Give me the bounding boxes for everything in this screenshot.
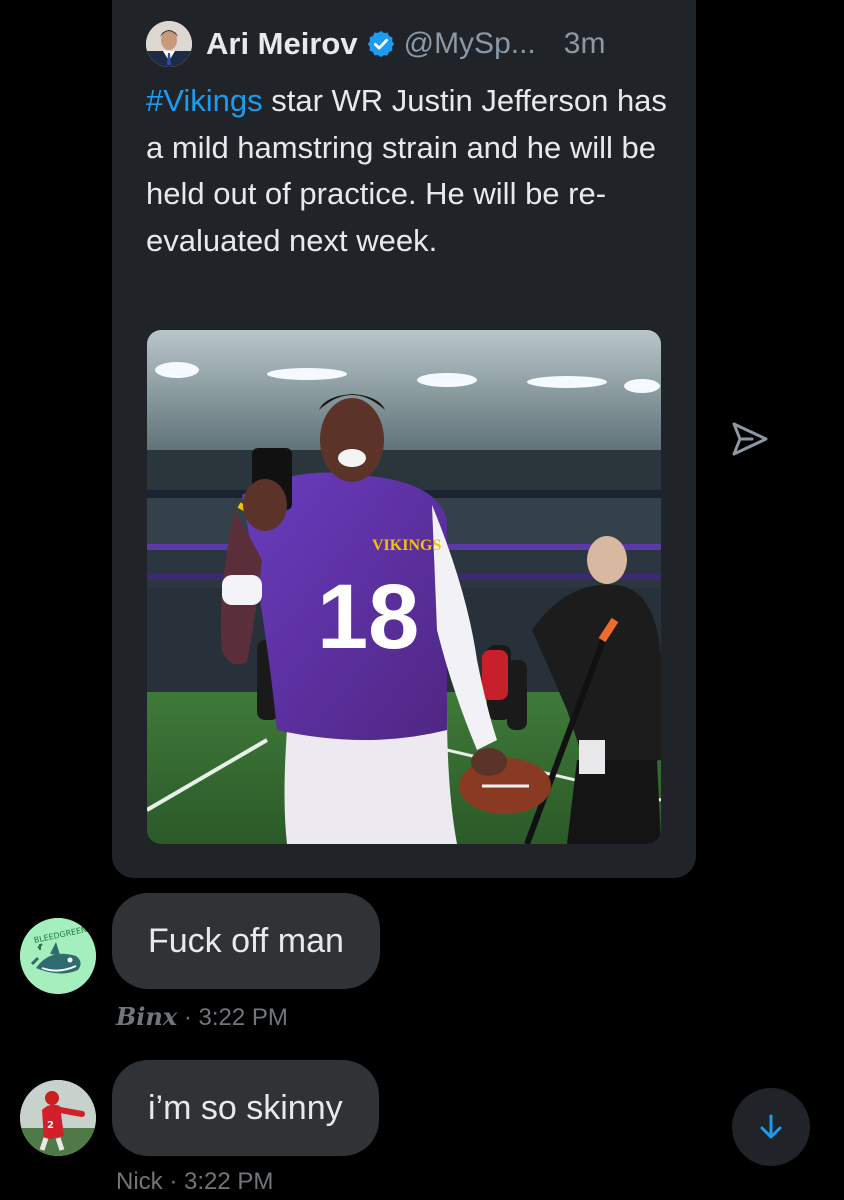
message-meta: Nick · 3:22 PM: [116, 1168, 273, 1196]
author-name[interactable]: Ari Meirov: [206, 26, 358, 62]
send-icon: [732, 422, 768, 456]
message-time: 3:22 PM: [184, 1168, 274, 1195]
message-time: 3:22 PM: [198, 1004, 288, 1031]
sender-name[interactable]: Nick: [116, 1168, 163, 1195]
jersey-number-text: 18: [317, 566, 419, 668]
message-meta: Binx · 3:22 PM: [116, 1002, 288, 1032]
author-avatar[interactable]: [146, 21, 192, 67]
tweet-timestamp: 3m: [563, 27, 606, 60]
author-avatar-image: [146, 21, 192, 67]
svg-text:2: 2: [47, 1120, 54, 1131]
sender-avatar-binx[interactable]: BLEEDGREEN: [20, 918, 96, 994]
sender-name[interactable]: Binx: [116, 1002, 177, 1031]
hashtag-link[interactable]: #Vikings: [146, 83, 263, 118]
verified-badge-icon: [367, 30, 394, 58]
shared-tweet-card[interactable]: Ari Meirov @MySp... 3m #Vikings star WR …: [112, 0, 696, 878]
arrow-down-icon: [760, 1114, 782, 1139]
author-handle[interactable]: @MySp...: [404, 27, 536, 61]
stadium-photo: VIKINGS 18: [147, 330, 661, 844]
message-text: i’m so skinny: [148, 1088, 343, 1127]
sender-avatar-nick[interactable]: 2: [20, 1080, 96, 1156]
tweet-header: Ari Meirov @MySp... 3m: [146, 20, 676, 68]
message-bubble[interactable]: Fuck off man: [112, 893, 380, 989]
message-text: Fuck off man: [148, 921, 344, 960]
tweet-text: #Vikings star WR Justin Jefferson has a …: [146, 78, 676, 264]
tweet-photo[interactable]: VIKINGS 18: [147, 330, 661, 844]
scroll-to-bottom-button[interactable]: [732, 1088, 810, 1166]
shark-avatar-icon: BLEEDGREEN: [20, 918, 96, 994]
share-button[interactable]: [728, 418, 770, 460]
message-bubble[interactable]: i’m so skinny: [112, 1060, 379, 1156]
meta-separator: ·: [177, 1004, 199, 1031]
jersey-team-text: VIKINGS: [372, 537, 441, 554]
baseball-player-avatar-icon: 2: [20, 1080, 96, 1156]
meta-separator: ·: [162, 1168, 184, 1195]
